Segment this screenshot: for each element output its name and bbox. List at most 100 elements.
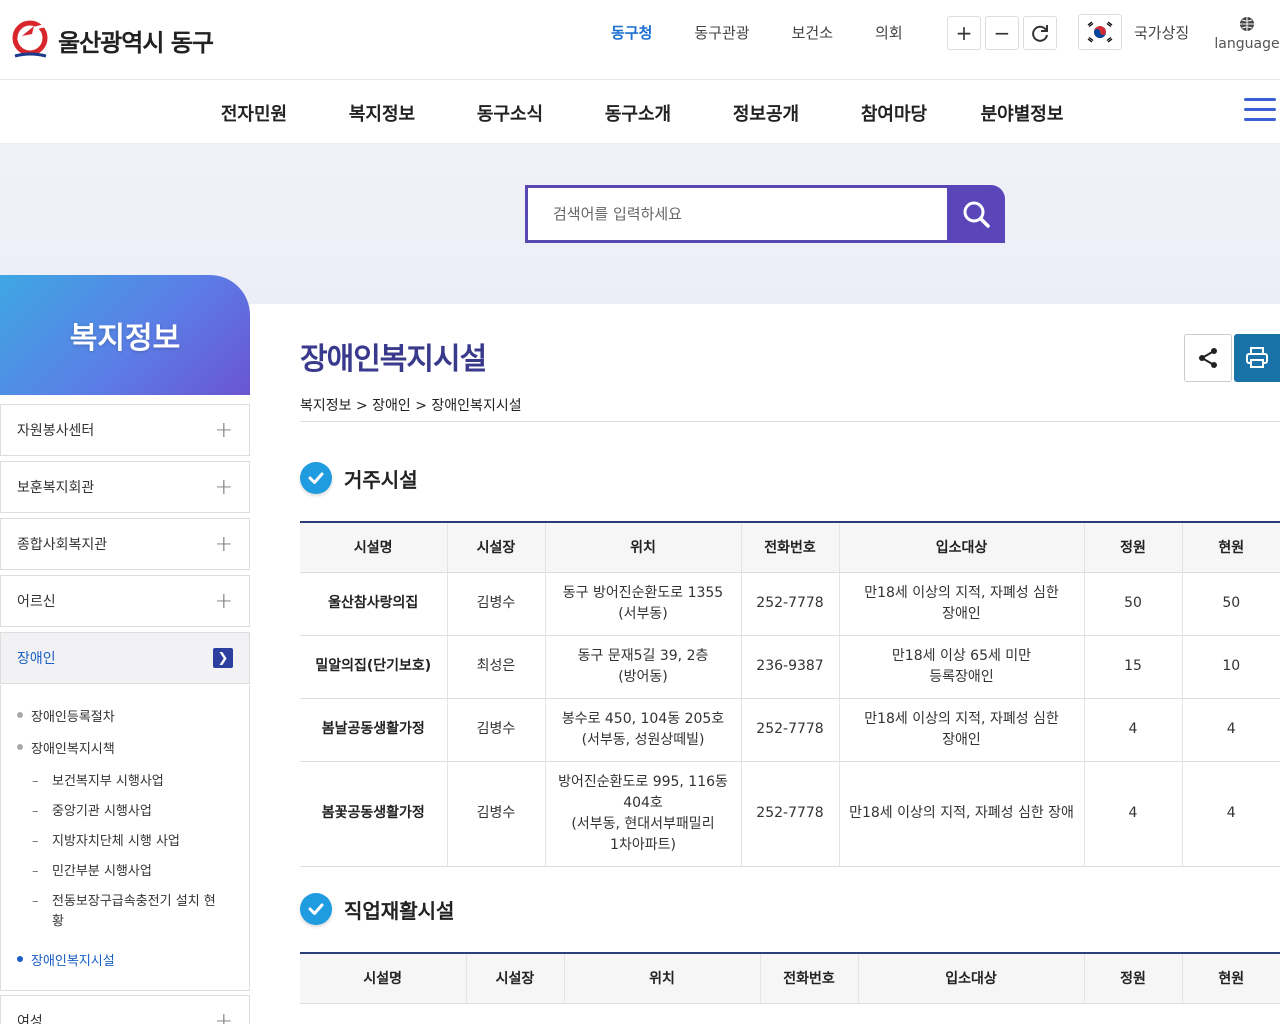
menu-about[interactable]: 동구소개 <box>574 100 702 126</box>
sidebar-item-seniors[interactable]: 어르신 + <box>0 575 250 627</box>
table-cell: 252-7778 <box>741 572 840 636</box>
table-row: 밀알의집(단기보호) 최성은 동구 문재5길 39, 2층 (방어동) 236-938… <box>300 635 1280 699</box>
table-cell: 252-7778 <box>741 698 840 762</box>
table-header-row: 시설명 시설장 위치 전화번호 입소대상 정원 현원 <box>300 953 1280 1004</box>
language-label: language <box>1214 36 1280 52</box>
sub-item-registration[interactable]: 장애인등록절차 <box>17 706 115 725</box>
search-input[interactable] <box>525 185 947 243</box>
table-cell: 10 <box>1182 635 1280 699</box>
table-cell: 봉수로 450, 104동 205호 (서부동, 성원상떼빌) <box>545 698 742 762</box>
menu-e-civil[interactable]: 전자민원 <box>190 100 318 126</box>
subsub-item-private[interactable]: – 민간부분 시행사업 <box>32 862 222 882</box>
globe-icon <box>1240 17 1254 31</box>
table-cell: 4 <box>1084 761 1183 867</box>
share-icon <box>1199 348 1217 368</box>
site-logo[interactable]: 울산광역시 동구 <box>12 18 214 62</box>
table-cell: 만18세 이상의 지적, 자폐성 심한 장애인 <box>839 572 1085 636</box>
national-flag-button[interactable] <box>1078 14 1122 50</box>
facility-name-cell: 울산참사랑의집 <box>300 572 448 636</box>
menu-field-info[interactable]: 분야별정보 <box>958 100 1086 126</box>
subsub-item-charger[interactable]: – 전동보장구급속충전기 설치 현황 <box>32 892 222 932</box>
search-icon <box>963 201 990 228</box>
sidebar-item-label: 보훈복지회관 <box>17 480 95 496</box>
column-header: 정원 <box>1084 522 1183 573</box>
column-header: 시설명 <box>300 953 467 1004</box>
plus-icon: + <box>955 21 973 45</box>
table-cell: 김병수 <box>447 572 546 636</box>
menu-welfare[interactable]: 복지정보 <box>318 100 446 126</box>
printer-icon <box>1246 347 1268 368</box>
table-row: 봄꽃공동생활가정 김병수 방어진순환도로 995, 116동 404호 (서부동, … <box>300 761 1280 867</box>
zoom-controls: + − <box>947 16 1057 50</box>
table-cell: 15 <box>1084 635 1183 699</box>
share-button[interactable] <box>1184 334 1232 382</box>
table-cell: 236-9387 <box>741 635 840 699</box>
facility-name-cell: 봄날공동생활가정 <box>300 698 448 762</box>
top-nav-donggu[interactable]: 동구청 <box>590 22 673 43</box>
subsub-item-local[interactable]: – 지방자치단체 시행 사업 <box>32 832 222 852</box>
bullet-icon <box>17 712 23 718</box>
top-bar: 울산광역시 동구 동구청 동구관광 보건소 의회 + − 국가상징 langua… <box>0 0 1280 80</box>
residential-facility-table: 시설명 시설장 위치 전화번호 입소대상 정원 현원 울산참사랑의집 김병수 동구 … <box>300 521 1280 867</box>
language-selector[interactable]: language <box>1214 16 1280 52</box>
sidebar-title: 복지정보 <box>69 321 181 356</box>
column-header: 입소대상 <box>858 953 1085 1004</box>
table-row: 봄날공동생활가정 김병수 봉수로 450, 104동 205호 (서부동, 성원상떼… <box>300 698 1280 762</box>
section-heading-vocational: 직업재활시설 <box>300 893 454 925</box>
national-symbol-link[interactable]: 국가상징 <box>1134 22 1189 43</box>
plus-icon: + <box>214 531 233 557</box>
section-title: 직업재활시설 <box>344 898 455 923</box>
table-cell: 50 <box>1182 572 1280 636</box>
menu-participation[interactable]: 참여마당 <box>830 100 958 126</box>
table-cell: 만18세 이상 65세 미만 등록장애인 <box>839 635 1085 699</box>
top-nav-health-center[interactable]: 보건소 <box>771 22 854 43</box>
city-emblem-icon <box>12 18 50 62</box>
zoom-in-button[interactable]: + <box>947 16 981 50</box>
sidebar-item-disabled[interactable]: 장애인 ❯ <box>0 632 250 684</box>
refresh-icon <box>1032 25 1048 42</box>
site-title: 울산광역시 동구 <box>58 28 214 57</box>
sidebar-item-veterans-hall[interactable]: 보훈복지회관 + <box>0 461 250 513</box>
search-button[interactable] <box>947 185 1005 243</box>
table-cell: 동구 문재5길 39, 2층 (방어동) <box>545 635 742 699</box>
top-nav-tourism[interactable]: 동구관광 <box>673 22 770 43</box>
vocational-facility-table: 시설명 시설장 위치 전화번호 입소대상 정원 현원 <box>300 952 1280 1004</box>
sidebar-item-label: 여성 <box>17 1014 43 1024</box>
column-header: 현원 <box>1182 522 1280 573</box>
print-button[interactable] <box>1234 334 1280 382</box>
column-header: 현원 <box>1182 953 1280 1004</box>
plus-icon: + <box>214 1008 233 1024</box>
section-title: 거주시설 <box>344 467 418 492</box>
facility-name-cell: 봄꽃공동생활가정 <box>300 761 448 867</box>
table-cell: 최성은 <box>447 635 546 699</box>
sub-item-facilities[interactable]: 장애인복지시설 <box>17 950 115 969</box>
plus-icon: + <box>214 588 233 614</box>
zoom-out-button[interactable]: − <box>985 16 1019 50</box>
sidebar-item-label: 종합사회복지관 <box>17 537 108 553</box>
table-row: 울산참사랑의집 김병수 동구 방어진순환도로 1355 (서부동) 252-7778 만… <box>300 572 1280 636</box>
top-nav-council[interactable]: 의회 <box>854 22 924 43</box>
column-header: 위치 <box>545 522 742 573</box>
sub-item-policies[interactable]: 장애인복지시책 <box>17 738 115 757</box>
sidebar-sub-panel: 장애인등록절차 장애인복지시책 – 보건복지부 시행사업 – 중앙기관 시행사업 –… <box>0 685 250 991</box>
column-header: 전화번호 <box>760 953 859 1004</box>
main-menu: 전자민원 복지정보 동구소식 동구소개 정보공개 참여마당 분야별정보 <box>0 80 1280 144</box>
check-circle-icon <box>300 893 332 925</box>
subsub-item-central[interactable]: – 중앙기관 시행사업 <box>32 802 222 822</box>
column-header: 시설장 <box>447 522 546 573</box>
table-cell: 4 <box>1182 698 1280 762</box>
table-cell: 만18세 이상의 지적, 자폐성 심한 장애 <box>839 761 1085 867</box>
subsub-item-ministry[interactable]: – 보건복지부 시행사업 <box>32 772 222 792</box>
table-cell: 방어진순환도로 995, 116동 404호 (서부동, 현대서부패밀리 1차아… <box>545 761 742 867</box>
zoom-reset-button[interactable] <box>1023 16 1057 50</box>
menu-news[interactable]: 동구소식 <box>446 100 574 126</box>
bullet-icon <box>17 956 23 962</box>
korean-flag-icon <box>1084 20 1116 44</box>
sidebar-header: 복지정보 <box>0 275 250 395</box>
sidebar-item-social-welfare-center[interactable]: 종합사회복지관 + <box>0 518 250 570</box>
sidebar-item-women[interactable]: 여성 + <box>0 995 250 1024</box>
hamburger-menu-icon[interactable] <box>1244 98 1276 126</box>
sidebar-item-label: 장애인 <box>17 651 56 667</box>
sidebar-item-volunteer-center[interactable]: 자원봉사센터 + <box>0 404 250 456</box>
menu-info-disclosure[interactable]: 정보공개 <box>702 100 830 126</box>
